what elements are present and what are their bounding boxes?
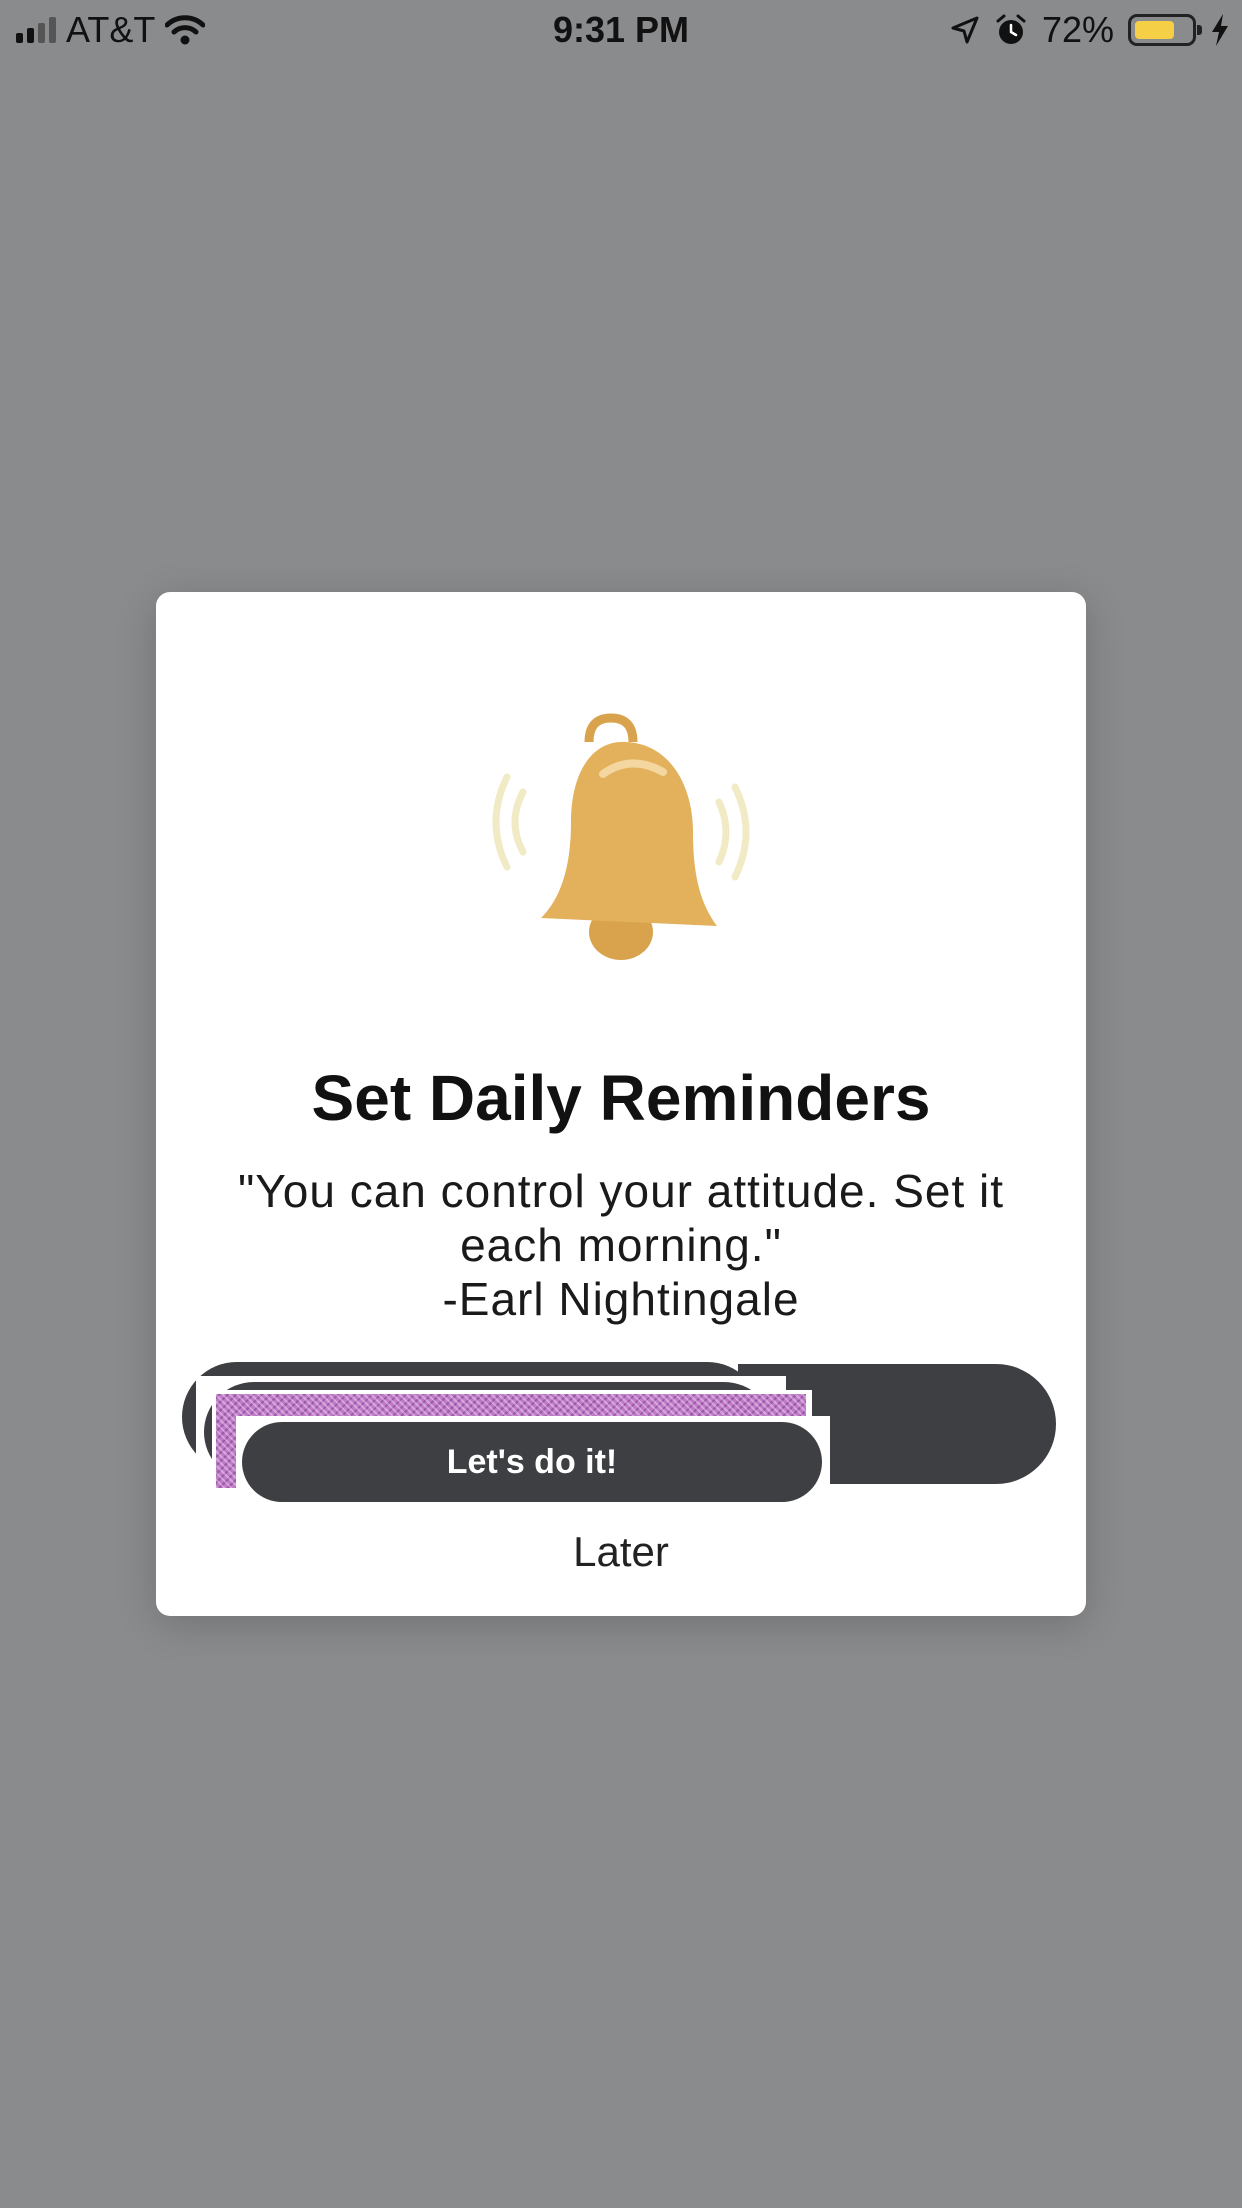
- battery-icon: [1128, 14, 1202, 46]
- battery-percent: 72%: [1041, 9, 1114, 50]
- alarm-icon: [996, 14, 1026, 44]
- lets-do-it-button[interactable]: Let's do it!: [242, 1422, 822, 1502]
- charging-icon: [1212, 14, 1228, 46]
- quote-text: "You can control your attitude. Set it e…: [237, 1165, 1005, 1271]
- location-icon: [951, 16, 979, 44]
- reminder-modal: Set Daily Reminders "You can control you…: [156, 592, 1086, 1616]
- later-button[interactable]: Later: [156, 1526, 1086, 1578]
- status-bar: AT&T 9:31 PM 72%: [0, 0, 1242, 60]
- bell-icon: [471, 702, 771, 982]
- status-right: 72%: [950, 10, 1230, 50]
- battery-level-fill: [1135, 21, 1174, 39]
- modal-title: Set Daily Reminders: [311, 1062, 931, 1134]
- quote-author: -Earl Nightingale: [442, 1273, 800, 1325]
